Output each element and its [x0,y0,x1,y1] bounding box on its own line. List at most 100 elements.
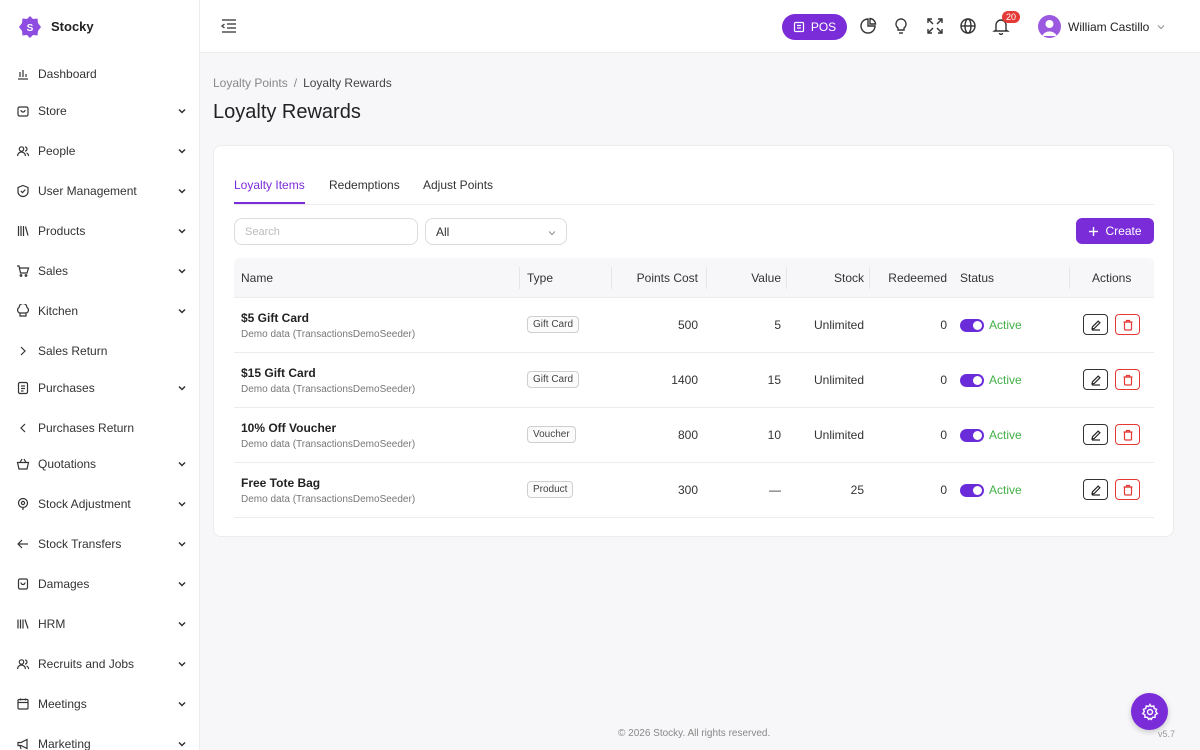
table-header: Name Type Points Cost Value Stock Redeem… [234,258,1154,298]
stock: Unlimited [813,373,864,387]
store-icon [16,104,30,118]
type-badge: Voucher [527,426,576,443]
svg-text:S: S [27,23,34,34]
chevron-down-icon [178,268,186,274]
delete-button[interactable] [1115,424,1140,445]
sidebar-item-meetings[interactable]: Meetings [0,691,199,717]
redeemed: 0 [940,373,947,387]
header-divider [519,267,520,289]
sidebar-item-damages[interactable]: Damages [0,571,199,597]
lightbulb-icon[interactable] [892,17,910,35]
footer-copyright: © 2026 Stocky. All rights reserved. [618,728,771,739]
sidebar-item-label: Sales Return [38,344,108,358]
stock: Unlimited [813,428,864,442]
sidebar-item-stock-adjustment[interactable]: Stock Adjustment [0,491,199,517]
chevron-right-icon [16,344,30,358]
user-name[interactable]: William Castillo [1068,20,1149,34]
header-type[interactable]: Type [527,271,553,285]
item-name: $15 Gift Card [241,366,316,380]
header-stock[interactable]: Stock [834,271,864,285]
type-badge: Gift Card [527,371,580,388]
sidebar-item-purchases-return[interactable]: Purchases Return [0,415,199,441]
header-divider [869,267,870,289]
header-name[interactable]: Name [241,271,273,285]
chevron-down-icon[interactable] [1156,22,1166,32]
pie-chart-icon[interactable] [859,17,877,35]
sidebar-item-hrm[interactable]: HRM [0,611,199,637]
item-subtitle: Demo data (TransactionsDemoSeeder) [241,384,416,395]
chevron-down-icon [178,228,186,234]
brand[interactable]: S Stocky [0,0,199,53]
header-redeemed[interactable]: Redeemed [888,271,947,285]
header-divider [1069,267,1070,289]
sidebar-item-stock-transfers[interactable]: Stock Transfers [0,531,199,557]
type-filter-select[interactable]: All [425,218,567,245]
header-divider [786,267,787,289]
menu-toggle-icon[interactable] [220,17,238,35]
edit-button[interactable] [1083,424,1108,445]
points-cost: 800 [677,428,698,442]
edit-button[interactable] [1083,314,1108,335]
item-name: Free Tote Bag [241,476,321,490]
delete-button[interactable] [1115,479,1140,500]
status-toggle[interactable] [960,374,984,387]
edit-button[interactable] [1083,479,1108,500]
delete-button[interactable] [1115,314,1140,335]
value: 10 [767,428,781,442]
points-cost: 1400 [671,373,698,387]
globe-icon[interactable] [959,17,977,35]
trash-icon [1123,374,1132,386]
settings-button[interactable] [1131,693,1168,730]
create-button[interactable]: Create [1076,218,1154,244]
status-toggle[interactable] [960,429,984,442]
item-name: 10% Off Voucher [241,421,337,435]
item-subtitle: Demo data (TransactionsDemoSeeder) [241,494,416,505]
sidebar-item-sales-return[interactable]: Sales Return [0,338,199,364]
edit-button[interactable] [1083,369,1108,390]
sidebar-item-label: Sales [38,264,69,278]
chevron-down-icon [178,581,186,587]
scrollbar[interactable] [1187,53,1200,750]
tab-adjust-points[interactable]: Adjust Points [423,178,493,202]
cart-icon [16,264,30,278]
chevron-down-icon [548,231,556,236]
pos-icon [793,21,804,33]
delete-button[interactable] [1115,369,1140,390]
sidebar-item-dashboard[interactable]: Dashboard [0,61,199,87]
sidebar-item-recruits-and-jobs[interactable]: Recruits and Jobs [0,651,199,677]
sidebar-item-label: Kitchen [38,304,79,318]
pencil-icon [1090,429,1101,441]
chart-bar-icon [16,67,30,81]
redeemed: 0 [940,428,947,442]
sidebar-item-store[interactable]: Store [0,98,199,124]
sidebar-item-products[interactable]: Products [0,218,199,244]
sidebar-item-user-management[interactable]: User Management [0,178,199,204]
breadcrumb-parent[interactable]: Loyalty Points [213,76,288,90]
books-icon [16,224,30,238]
chef-hat-icon [16,304,30,318]
sidebar-item-purchases[interactable]: Purchases [0,375,199,401]
fullscreen-icon[interactable] [926,17,944,35]
status-toggle[interactable] [960,484,984,497]
pos-button[interactable]: POS [782,14,847,40]
sidebar-item-people[interactable]: People [0,138,199,164]
sidebar-item-label: Store [38,104,67,118]
sidebar-item-sales[interactable]: Sales [0,258,199,284]
loyalty-card: Loyalty Items Redemptions Adjust Points … [213,145,1174,537]
sidebar-item-label: Dashboard [38,67,97,81]
tab-redemptions[interactable]: Redemptions [329,178,400,202]
header-value[interactable]: Value [751,271,781,285]
sidebar-item-kitchen[interactable]: Kitchen [0,298,199,324]
avatar[interactable] [1038,15,1061,38]
status-toggle[interactable] [960,319,984,332]
header-status[interactable]: Status [960,271,994,285]
users-icon [16,144,30,158]
header-points-cost[interactable]: Points Cost [637,271,698,285]
sidebar-item-label: Recruits and Jobs [38,657,135,671]
sidebar-item-marketing[interactable]: Marketing [0,731,199,750]
search-input[interactable] [234,218,418,245]
tab-loyalty-items[interactable]: Loyalty Items [234,178,305,204]
sidebar-item-quotations[interactable]: Quotations [0,451,199,477]
header-actions: Actions [1092,271,1132,285]
breadcrumb-separator: / [293,76,298,90]
